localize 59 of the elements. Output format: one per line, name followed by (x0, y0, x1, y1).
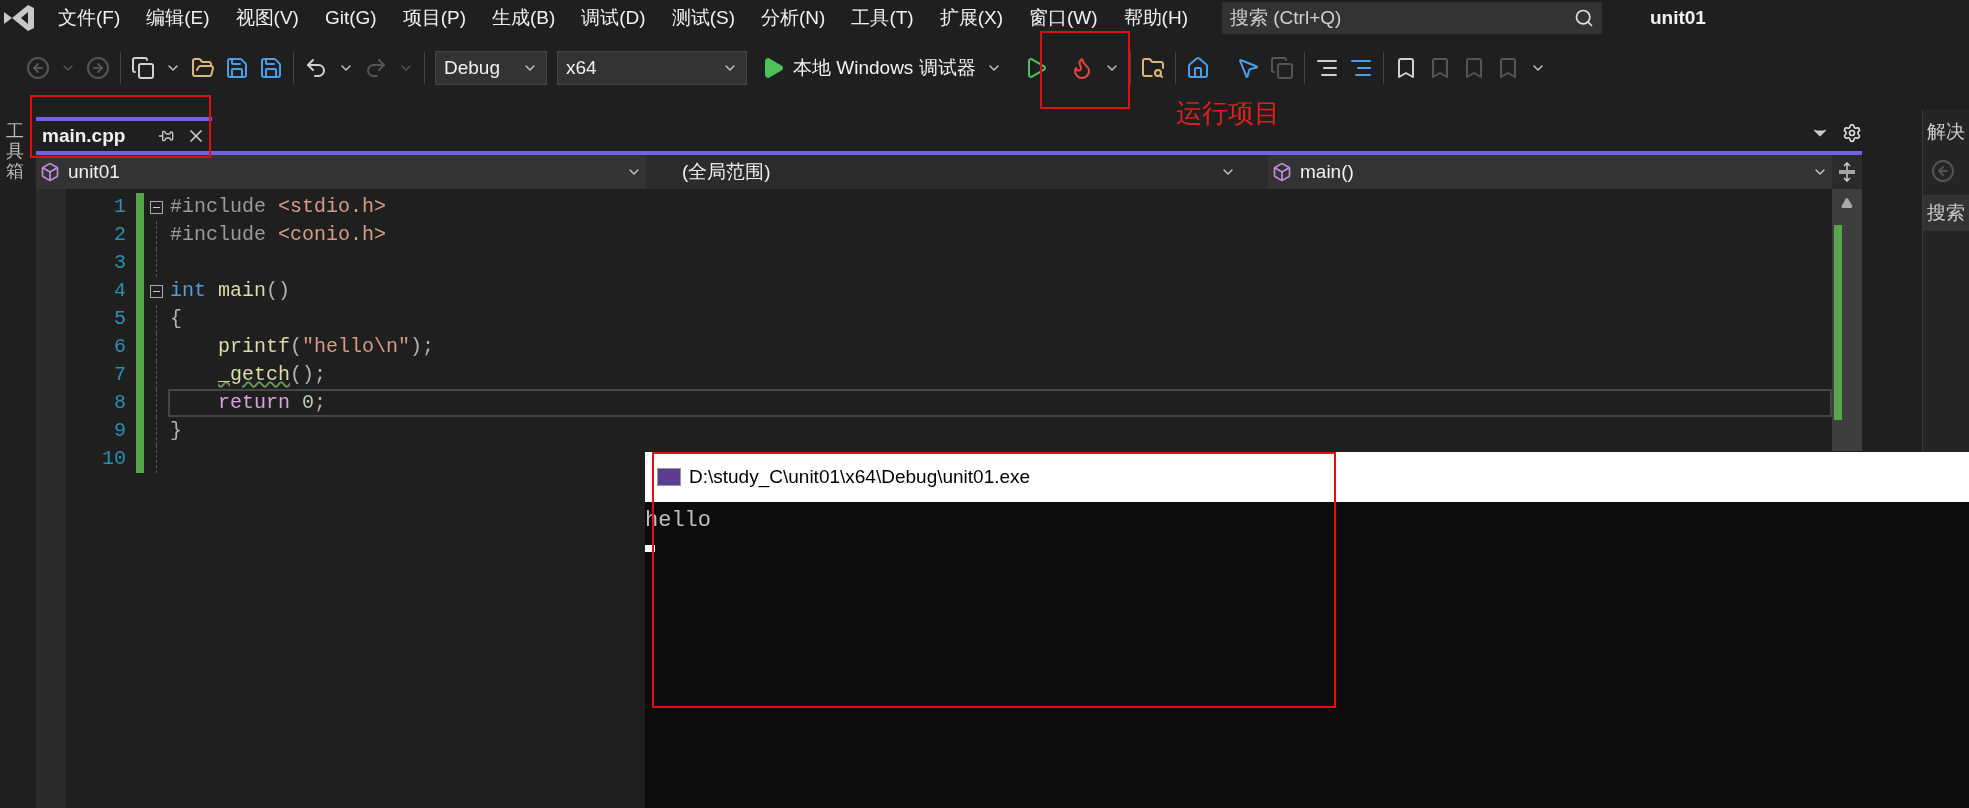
console-icon (657, 468, 681, 486)
toolbox-label[interactable]: 工具箱 (6, 122, 24, 808)
menu-item[interactable]: 编辑(E) (146, 3, 210, 33)
undo-icon[interactable] (304, 56, 328, 80)
panel-title: 解决 (1926, 120, 1966, 144)
settings-icon[interactable] (1842, 123, 1862, 143)
line-number: 10 (101, 446, 126, 472)
menu-item[interactable]: 视图(V) (235, 3, 299, 33)
logo-icon (2, 3, 36, 33)
project-icon (40, 162, 60, 182)
annotation-label: 运行项目 (1176, 97, 1280, 130)
cube-icon (1272, 162, 1292, 182)
code-line: _getch(); (218, 362, 327, 388)
platform-dropdown[interactable]: x64 (557, 51, 747, 85)
line-number: 5 (113, 306, 126, 332)
folder-search-icon[interactable] (1140, 56, 1165, 80)
line-number: 4 (113, 278, 126, 304)
search-icon (1574, 8, 1594, 28)
panel-search-field[interactable]: 搜索 (1923, 194, 1969, 231)
save-icon[interactable] (225, 56, 249, 80)
collapse-icon[interactable] (149, 200, 163, 214)
configuration-dropdown[interactable]: Debug (435, 51, 547, 85)
project-dropdown[interactable]: unit01 (36, 155, 646, 189)
line-number: 7 (113, 362, 126, 388)
menu-item[interactable]: 窗口(W) (1029, 3, 1098, 33)
menu-item[interactable]: 扩展(X) (939, 3, 1003, 33)
console-cursor (645, 545, 655, 552)
open-folder-icon[interactable] (191, 56, 215, 80)
run-button[interactable]: 本地 Windows 调试器 (761, 53, 976, 83)
code-line: #include <conio.h> (170, 222, 387, 248)
code-line: #include <stdio.h> (170, 194, 387, 220)
line-number: 1 (113, 194, 126, 220)
menu-item[interactable]: 工具(T) (851, 3, 914, 33)
menu-item[interactable]: 项目(P) (402, 3, 466, 33)
line-number: 3 (113, 250, 126, 276)
menu-item[interactable]: 文件(F) (58, 3, 121, 33)
solution-name: unit01 (1650, 5, 1706, 30)
code-line: int main() (170, 278, 291, 304)
collapse-icon[interactable] (149, 284, 163, 298)
menu-item[interactable]: 生成(B) (491, 3, 556, 33)
code-line: printf("hello\n"); (218, 334, 435, 360)
console-title: D:\study_C\unit01\x64\Debug\unit01.exe (689, 464, 1031, 490)
menu-item[interactable]: 测试(S) (671, 3, 735, 33)
line-number: 9 (113, 418, 126, 444)
menu-item[interactable]: 调试(D) (581, 3, 646, 33)
search-field[interactable]: 搜索 (Ctrl+Q) (1222, 2, 1602, 34)
line-number: 2 (113, 222, 126, 248)
code-line: return 0; (218, 390, 327, 416)
scrollbar[interactable] (1832, 189, 1862, 451)
line-number: 8 (113, 390, 126, 416)
pin-icon[interactable] (158, 128, 174, 144)
line-number: 6 (113, 334, 126, 360)
code-line: } (170, 418, 182, 444)
code-line: { (170, 306, 182, 332)
menu-item[interactable]: Git(G) (324, 3, 377, 33)
menu-item[interactable]: 分析(N) (761, 3, 826, 33)
member-dropdown[interactable]: main() (1268, 155, 1832, 189)
menu-item[interactable]: 帮助(H) (1123, 3, 1188, 33)
scroll-up-icon[interactable] (1841, 197, 1853, 209)
